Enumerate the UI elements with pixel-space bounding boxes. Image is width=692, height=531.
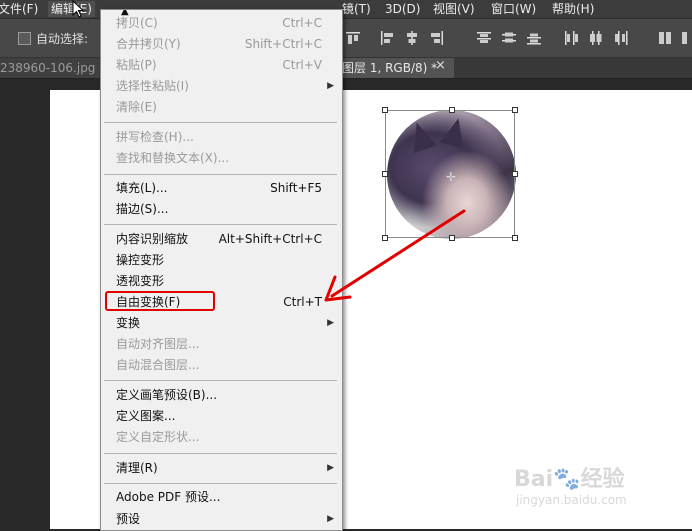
submenu-arrow-icon: ▶ — [327, 514, 334, 524]
transform-handle-bl[interactable] — [382, 235, 388, 241]
menu-item-label: 拼写检查(H)... — [116, 130, 194, 144]
menu-item-auto-align-layers[interactable]: 自动对齐图层... — [101, 334, 342, 355]
menu-item-label: 清除(E) — [116, 100, 157, 114]
menu-item-shortcut: Ctrl+C — [282, 16, 322, 30]
menu-item-label: 拷贝(C) — [116, 16, 158, 30]
menu-item-find-replace[interactable]: 查找和替换文本(X)... — [101, 148, 342, 169]
menu-item-label: 清理(R) — [116, 461, 158, 475]
menu-filter[interactable]: 镜(T) — [342, 1, 371, 17]
distribute-left-icon[interactable] — [562, 29, 580, 47]
menu-item-label: 粘贴(P) — [116, 58, 157, 72]
menu-item-shortcut: Shift+Ctrl+C — [244, 37, 322, 51]
menu-item-paste-special[interactable]: 选择性粘贴(I) ▶ — [101, 76, 342, 97]
menu-window[interactable]: 窗口(W) — [491, 1, 536, 17]
menu-item-label: 填充(L)... — [116, 181, 168, 195]
distribute-hcenter-icon[interactable] — [587, 29, 605, 47]
distribute-vcenter-icon[interactable] — [500, 29, 518, 47]
menu-item-shortcut: Ctrl+T — [283, 295, 322, 309]
auto-select-checkbox[interactable] — [18, 32, 31, 45]
cursor-arrow-icon — [72, 0, 84, 18]
transform-handle-bm[interactable] — [449, 235, 455, 241]
align-left-icon[interactable] — [378, 29, 396, 47]
menu-separator — [104, 453, 337, 454]
menu-item-shortcut: Shift+F5 — [270, 181, 322, 195]
menu-item-shortcut: Ctrl+V — [282, 58, 322, 72]
transform-handle-ml[interactable] — [382, 171, 388, 177]
menu-separator — [104, 380, 337, 381]
tab-inactive-document[interactable]: 238960-106.jpg @ — [0, 58, 100, 78]
menu-item-transform[interactable]: 变换 ▶ — [101, 313, 342, 334]
menu-item-label: 定义图案... — [116, 409, 176, 423]
submenu-arrow-icon: ▶ — [327, 463, 334, 473]
menu-item-label: 定义自定形状... — [116, 430, 200, 444]
distribute-bottom-icon[interactable] — [525, 29, 543, 47]
menu-item-define-pattern[interactable]: 定义图案... — [101, 406, 342, 427]
transform-handle-tl[interactable] — [382, 107, 388, 113]
watermark-logo: Bai🐾经验 — [514, 467, 625, 492]
align-top-icon[interactable] — [344, 29, 362, 47]
menu-item-label: 透视变形 — [116, 274, 165, 288]
menu-item-purge[interactable]: 清理(R) ▶ — [101, 458, 342, 479]
edit-dropdown-menu: ▲ 拷贝(C) Ctrl+C 合并拷贝(Y) Shift+Ctrl+C 粘贴(P… — [100, 9, 343, 531]
menu-item-stroke[interactable]: 描边(S)... — [101, 199, 342, 220]
align-hcenter-icon[interactable] — [403, 29, 421, 47]
menu-item-shortcut: Alt+Shift+Ctrl+C — [218, 232, 322, 246]
menu-item-define-custom-shape[interactable]: 定义自定形状... — [101, 427, 342, 448]
menu-item-presets[interactable]: 预设 ▶ — [101, 509, 342, 530]
transform-handle-mr[interactable] — [512, 171, 518, 177]
menu-separator — [104, 122, 337, 123]
tab-close-icon[interactable]: × — [435, 58, 446, 73]
menu-item-label: 定义画笔预设(B)... — [116, 388, 218, 402]
watermark-url: jingyan.baidu.com — [516, 493, 627, 507]
menu-item-fill[interactable]: 填充(L)... Shift+F5 — [101, 178, 342, 199]
menu-file[interactable]: 文件(F) — [0, 1, 38, 17]
menu-item-copy-merged[interactable]: 合并拷贝(Y) Shift+Ctrl+C — [101, 34, 342, 55]
menu-item-label: 预设 — [116, 512, 141, 526]
menu-item-label: 描边(S)... — [116, 202, 169, 216]
menu-item-label: 内容识别缩放 — [116, 232, 189, 246]
menu-item-label: Adobe PDF 预设... — [116, 490, 221, 504]
menu-item-adobe-pdf-presets[interactable]: Adobe PDF 预设... — [101, 487, 342, 508]
menu-3d[interactable]: 3D(D) — [385, 1, 420, 17]
submenu-arrow-icon: ▶ — [327, 318, 334, 328]
auto-select-label: 自动选择: — [36, 32, 89, 46]
menu-item-copy[interactable]: 拷贝(C) Ctrl+C — [101, 13, 342, 34]
menu-view[interactable]: 视图(V) — [433, 1, 475, 17]
baidu-jingyan-watermark: Bai🐾经验 jingyan.baidu.com — [514, 461, 684, 521]
menu-separator — [104, 174, 337, 175]
menu-item-label: 选择性粘贴(I) — [116, 79, 189, 93]
transform-handle-br[interactable] — [512, 235, 518, 241]
menu-item-label: 自动混合图层... — [116, 358, 200, 372]
distribute-right-icon[interactable] — [612, 29, 630, 47]
menu-item-label: 操控变形 — [116, 253, 165, 267]
menu-item-content-aware-scale[interactable]: 内容识别缩放 Alt+Shift+Ctrl+C — [101, 229, 342, 250]
menu-item-perspective-warp[interactable]: 透视变形 — [101, 271, 342, 292]
align-right-icon[interactable] — [428, 29, 446, 47]
transform-handle-tm[interactable] — [449, 107, 455, 113]
menu-item-label: 合并拷贝(Y) — [116, 37, 181, 51]
menu-item-auto-blend-layers[interactable]: 自动混合图层... — [101, 355, 342, 376]
menu-item-label: 查找和替换文本(X)... — [116, 151, 230, 165]
transform-handle-tr[interactable] — [512, 107, 518, 113]
menu-item-clear[interactable]: 清除(E) — [101, 97, 342, 118]
crosshair-icon: ✛ — [446, 170, 457, 184]
menu-item-paste[interactable]: 粘贴(P) Ctrl+V — [101, 55, 342, 76]
menu-item-puppet-warp[interactable]: 操控变形 — [101, 250, 342, 271]
menu-item-label: 变换 — [116, 316, 141, 330]
menu-item-label: 自动对齐图层... — [116, 337, 200, 351]
distribute-top-icon[interactable] — [475, 29, 493, 47]
menu-item-spell-check[interactable]: 拼写检查(H)... — [101, 127, 342, 148]
free-transform-highlight-box — [105, 291, 215, 311]
menu-separator — [104, 224, 337, 225]
menu-item-define-brush[interactable]: 定义画笔预设(B)... — [101, 385, 342, 406]
auto-align-more-icon[interactable] — [680, 29, 692, 47]
menu-separator — [104, 483, 337, 484]
auto-align-icon[interactable] — [656, 29, 674, 47]
menu-help[interactable]: 帮助(H) — [552, 1, 594, 17]
submenu-arrow-icon: ▶ — [327, 81, 334, 91]
